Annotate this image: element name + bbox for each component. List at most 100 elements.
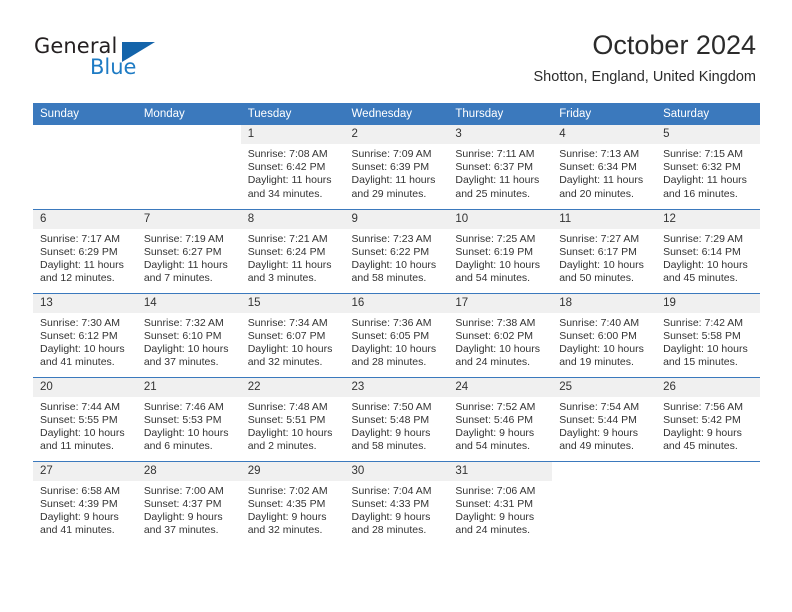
calendar-day-cell[interactable]: 13 Sunrise: 7:30 AM Sunset: 6:12 PM Dayligh… (33, 292, 137, 377)
sunrise-text: Sunrise: 7:09 AM (351, 148, 432, 160)
calendar-week-row: 27 Sunrise: 6:58 AM Sunset: 4:39 PM Dayligh… (33, 460, 760, 545)
sunset-text: Sunset: 4:37 PM (143, 497, 222, 510)
calendar-day-cell[interactable]: 29 Sunrise: 7:02 AM Sunset: 4:35 PM Dayligh… (240, 460, 345, 545)
calendar-day-cell[interactable]: 18 Sunrise: 7:40 AM Sunset: 6:00 PM Dayligh… (552, 292, 657, 377)
day-info: Sunrise: 7:46 AM Sunset: 5:53 PM Daylight:… (137, 397, 241, 454)
sunset-text: Sunset: 6:42 PM (247, 161, 326, 174)
calendar-day-cell[interactable]: 6 Sunrise: 7:17 AM Sunset: 6:29 PM Daylight… (33, 208, 137, 293)
calendar-day-cell[interactable]: 11 Sunrise: 7:27 AM Sunset: 6:17 PM Dayligh… (552, 208, 657, 293)
calendar-day-cell[interactable]: 8 Sunrise: 7:21 AM Sunset: 6:24 PM Daylight… (240, 208, 345, 293)
day-info: Sunrise: 7:50 AM Sunset: 5:48 PM Daylight:… (345, 397, 449, 454)
day-info: Sunrise: 7:44 AM Sunset: 5:55 PM Daylight:… (33, 397, 137, 454)
day-number: 31 (448, 462, 553, 481)
calendar-day-cell[interactable]: 27 Sunrise: 6:58 AM Sunset: 4:39 PM Dayligh… (33, 460, 137, 545)
sunrise-text: Sunrise: 7:11 AM (455, 148, 535, 160)
calendar-cell-empty (552, 460, 657, 545)
calendar-day-cell[interactable]: 28 Sunrise: 7:00 AM Sunset: 4:37 PM Dayligh… (136, 460, 241, 545)
calendar-day-cell[interactable]: 22 Sunrise: 7:48 AM Sunset: 5:51 PM Dayligh… (240, 376, 345, 461)
sunset-text: Sunset: 4:33 PM (351, 497, 430, 510)
sunrise-text: Sunrise: 7:54 AM (559, 400, 640, 413)
weekday-header-sunday: Sunday (33, 103, 137, 125)
day-number: 17 (448, 294, 553, 313)
day-info: Sunrise: 7:02 AM Sunset: 4:35 PM Daylight:… (241, 481, 345, 538)
calendar-day-cell[interactable]: 10 Sunrise: 7:25 AM Sunset: 6:19 PM Dayligh… (448, 208, 553, 293)
daylight-text: Daylight: 10 hours and 50 minutes. (559, 258, 644, 285)
calendar-day-cell[interactable]: 20 Sunrise: 7:44 AM Sunset: 5:55 PM Dayligh… (33, 376, 137, 461)
day-info: Sunrise: 6:58 AM Sunset: 4:39 PM Daylight:… (33, 481, 137, 538)
calendar-day-cell[interactable]: 30 Sunrise: 7:04 AM Sunset: 4:33 PM Dayligh… (344, 460, 449, 545)
calendar-day-cell[interactable]: 21 Sunrise: 7:46 AM Sunset: 5:53 PM Dayligh… (136, 376, 241, 461)
day-number (656, 462, 760, 481)
day-info: Sunrise: 7:30 AM Sunset: 6:12 PM Daylight:… (33, 313, 137, 370)
page-title: October 2024 (592, 30, 756, 60)
sunrise-text: Sunrise: 7:42 AM (663, 316, 744, 329)
day-info: Sunrise: 7:15 AM Sunset: 6:32 PM Daylight:… (656, 144, 760, 201)
day-info: Sunrise: 7:21 AM Sunset: 6:24 PM Daylight:… (241, 229, 345, 286)
sunset-text: Sunset: 6:37 PM (455, 161, 534, 174)
calendar-day-cell[interactable]: 24 Sunrise: 7:52 AM Sunset: 5:46 PM Dayligh… (448, 376, 553, 461)
calendar-cell-empty (136, 125, 241, 209)
sunrise-text: Sunrise: 7:38 AM (455, 316, 536, 329)
calendar-day-cell[interactable]: 26 Sunrise: 7:56 AM Sunset: 5:42 PM Dayligh… (656, 376, 760, 461)
day-number: 3 (448, 125, 553, 144)
day-info: Sunrise: 7:48 AM Sunset: 5:51 PM Daylight:… (241, 397, 345, 454)
calendar-day-cell[interactable]: 7 Sunrise: 7:19 AM Sunset: 6:27 PM Daylight… (136, 208, 241, 293)
day-info: Sunrise: 7:32 AM Sunset: 6:10 PM Daylight:… (137, 313, 241, 370)
daylight-text: Daylight: 11 hours and 16 minutes. (663, 174, 747, 200)
daylight-text: Daylight: 10 hours and 15 minutes. (663, 342, 748, 369)
sunrise-text: Sunrise: 7:23 AM (351, 232, 432, 245)
sunrise-text: Sunrise: 7:27 AM (559, 232, 640, 245)
sunrise-text: Sunrise: 7:29 AM (663, 232, 744, 245)
day-number: 29 (240, 462, 345, 481)
calendar-day-cell[interactable]: 17 Sunrise: 7:38 AM Sunset: 6:02 PM Dayligh… (448, 292, 553, 377)
day-number: 6 (33, 210, 137, 229)
sunset-text: Sunset: 6:14 PM (663, 245, 741, 258)
sunset-text: Sunset: 6:39 PM (351, 161, 430, 174)
day-number: 20 (33, 378, 137, 397)
calendar-week-row: 1 Sunrise: 7:08 AM Sunset: 6:42 PM Daylight… (33, 125, 760, 209)
sunset-text: Sunset: 6:24 PM (247, 245, 326, 258)
calendar-day-cell[interactable]: 14 Sunrise: 7:32 AM Sunset: 6:10 PM Dayligh… (136, 292, 241, 377)
day-number: 19 (656, 294, 760, 313)
calendar-cell-empty (33, 125, 137, 209)
daylight-text: Daylight: 10 hours and 2 minutes. (247, 426, 333, 453)
day-info: Sunrise: 7:34 AM Sunset: 6:07 PM Daylight:… (241, 313, 345, 370)
calendar-week-row: 6 Sunrise: 7:17 AM Sunset: 6:29 PM Daylight… (33, 208, 760, 293)
day-info: Sunrise: 7:56 AM Sunset: 5:42 PM Daylight:… (656, 397, 760, 454)
sunrise-text: Sunrise: 7:40 AM (559, 316, 640, 329)
calendar-day-cell[interactable]: 16 Sunrise: 7:36 AM Sunset: 6:05 PM Dayligh… (344, 292, 449, 377)
calendar-day-cell[interactable]: 4 Sunrise: 7:13 AM Sunset: 6:34 PM Daylight… (552, 125, 657, 209)
calendar-day-cell[interactable]: 31 Sunrise: 7:06 AM Sunset: 4:31 PM Dayligh… (448, 460, 553, 545)
daylight-text: Daylight: 10 hours and 11 minutes. (40, 426, 125, 453)
calendar-day-cell[interactable]: 1 Sunrise: 7:08 AM Sunset: 6:42 PM Daylight… (240, 125, 345, 209)
sunset-text: Sunset: 5:51 PM (247, 413, 326, 426)
calendar-day-cell[interactable]: 12 Sunrise: 7:29 AM Sunset: 6:14 PM Dayligh… (656, 208, 760, 293)
calendar-day-cell[interactable]: 19 Sunrise: 7:42 AM Sunset: 5:58 PM Dayligh… (656, 292, 760, 377)
calendar-day-cell[interactable]: 2 Sunrise: 7:09 AM Sunset: 6:39 PM Daylight… (344, 125, 449, 209)
daylight-text: Daylight: 11 hours and 20 minutes. (559, 174, 644, 200)
page-subtitle: Shotton, England, United Kingdom (533, 69, 756, 85)
daylight-text: Daylight: 9 hours and 58 minutes. (351, 426, 431, 453)
day-info: Sunrise: 7:19 AM Sunset: 6:27 PM Daylight:… (137, 229, 241, 286)
day-info: Sunrise: 7:52 AM Sunset: 5:46 PM Daylight:… (448, 397, 552, 454)
calendar-day-cell[interactable]: 15 Sunrise: 7:34 AM Sunset: 6:07 PM Dayligh… (240, 292, 345, 377)
calendar-day-cell[interactable]: 3 Sunrise: 7:11 AM Sunset: 6:37 PM Daylight… (448, 125, 553, 209)
day-number: 23 (344, 378, 449, 397)
calendar-day-cell[interactable]: 9 Sunrise: 7:23 AM Sunset: 6:22 PM Daylight… (344, 208, 449, 293)
day-info: Sunrise: 7:09 AM Sunset: 6:39 PM Daylight:… (345, 144, 449, 201)
sunrise-text: Sunrise: 7:46 AM (143, 400, 224, 413)
day-number (33, 125, 137, 144)
sunrise-text: Sunrise: 7:13 AM (559, 148, 640, 160)
sunrise-text: Sunrise: 7:00 AM (143, 484, 224, 497)
daylight-text: Daylight: 9 hours and 32 minutes. (247, 510, 327, 537)
day-info: Sunrise: 7:17 AM Sunset: 6:29 PM Daylight:… (33, 229, 137, 286)
title-block: October 2024 Shotton, England, United Ki… (534, 28, 756, 88)
calendar-day-cell[interactable]: 25 Sunrise: 7:54 AM Sunset: 5:44 PM Dayligh… (552, 376, 657, 461)
calendar-day-cell[interactable]: 5 Sunrise: 7:15 AM Sunset: 6:32 PM Daylight… (656, 125, 760, 209)
sunset-text: Sunset: 6:00 PM (559, 329, 637, 342)
calendar-day-cell[interactable]: 23 Sunrise: 7:50 AM Sunset: 5:48 PM Dayligh… (344, 376, 449, 461)
sunrise-text: Sunrise: 7:44 AM (40, 400, 120, 413)
day-info: Sunrise: 7:06 AM Sunset: 4:31 PM Daylight:… (448, 481, 552, 538)
daylight-text: Daylight: 9 hours and 37 minutes. (143, 510, 223, 537)
sunrise-sunset-calendar: Sunday Monday Tuesday Wednesday Thursday… (33, 103, 760, 545)
